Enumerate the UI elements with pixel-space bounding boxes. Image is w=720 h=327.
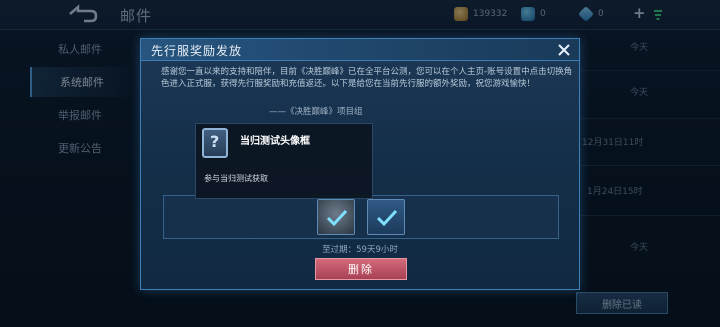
close-icon [558, 44, 570, 56]
close-button[interactable] [555, 41, 573, 59]
reward-item-frame[interactable] [367, 199, 405, 235]
mail-signature: ——《决胜巅峰》项目组 [269, 107, 363, 117]
item-tooltip: ? 当归测试头像框 参与当归测试获取 [195, 123, 373, 199]
mail-body: 感谢您一直以来的支持和陪伴，目前《决胜巅峰》已在全平台公测，您可以在个人主页-账… [161, 67, 573, 89]
dialog-title: 先行服奖励发放 [151, 44, 243, 58]
tooltip-item-name: 当归测试头像框 [240, 136, 310, 147]
reward-panel [163, 195, 559, 239]
tooltip-item-description: 参与当归测试获取 [204, 174, 268, 183]
checkmark-icon [376, 209, 398, 227]
delete-button[interactable]: 删除 [315, 258, 407, 280]
reward-item-avatar-frame[interactable] [317, 199, 355, 235]
expiry-text: 至过期：59天9小时 [322, 245, 398, 255]
avatar-frame-icon: ? [202, 128, 228, 158]
checkmark-icon [326, 209, 348, 227]
dialog-header: 先行服奖励发放 [141, 39, 579, 61]
